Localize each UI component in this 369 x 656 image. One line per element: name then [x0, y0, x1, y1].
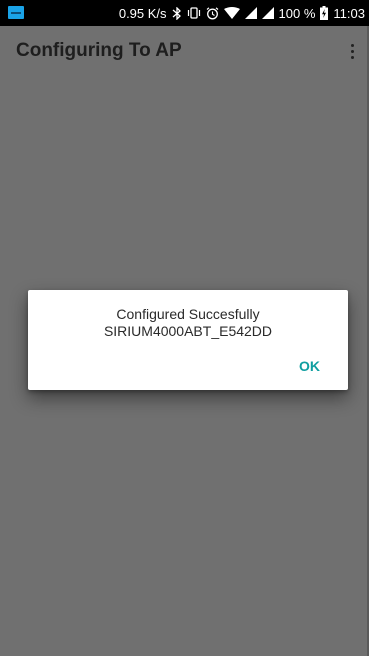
- notification-app-icon: [8, 6, 24, 19]
- battery-charging-icon: [320, 6, 329, 20]
- signal-icon-2: [261, 7, 274, 19]
- overflow-menu-icon[interactable]: [345, 40, 359, 62]
- battery-percentage: 100 %: [278, 5, 316, 21]
- alarm-icon: [206, 6, 219, 20]
- app-bar: Configuring To AP: [0, 26, 369, 76]
- dialog-message-line-2: SIRIUM4000ABT_E542DD: [103, 323, 273, 339]
- alert-dialog: Configured Succesfully SIRIUM4000ABT_E54…: [28, 290, 348, 390]
- clock: 11:03: [333, 5, 365, 21]
- network-speed: 0.95 K/s: [118, 5, 167, 21]
- vibrate-icon: [187, 7, 201, 19]
- wifi-icon: [223, 7, 240, 19]
- dialog-message-line-1: Configured Succesfully: [116, 306, 260, 322]
- signal-icon: [244, 7, 257, 19]
- bluetooth-icon: [172, 6, 182, 20]
- status-indicators: 0.95 K/s 100 % 11:03: [119, 0, 365, 26]
- status-bar: 0.95 K/s 100 % 11:03: [0, 0, 369, 26]
- dialog-message: Configured Succesfully SIRIUM4000ABT_E54…: [28, 306, 348, 340]
- screen: 0.95 K/s 100 % 11:03 Configuring To AP C…: [0, 0, 369, 656]
- page-title: Configuring To AP: [16, 40, 182, 61]
- ok-button[interactable]: OK: [291, 354, 328, 378]
